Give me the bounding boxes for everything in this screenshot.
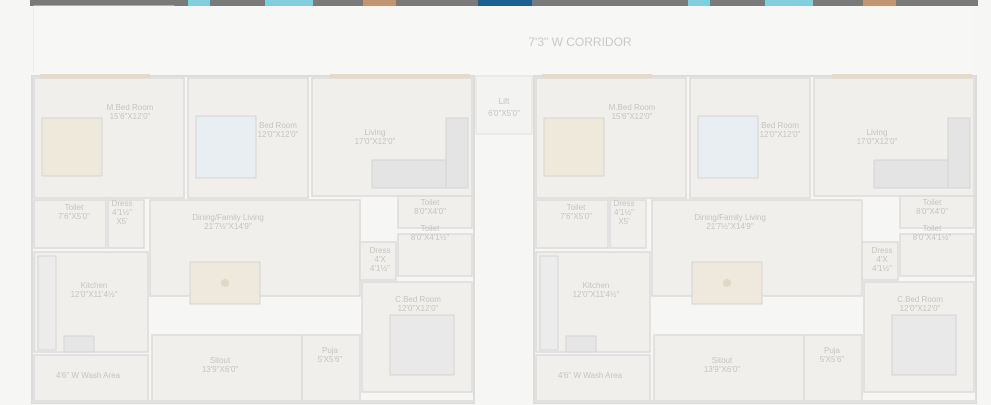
top-window — [188, 0, 210, 6]
room-size: 12'0"X12'0" — [258, 130, 299, 139]
sofa-side — [445, 117, 469, 189]
room-name: Dining/Family Living — [694, 213, 766, 222]
top-window — [765, 0, 813, 6]
master-bed — [41, 117, 103, 177]
top-door — [863, 0, 896, 6]
child-bed — [389, 314, 455, 376]
room-size: 12'0"X12'0" — [900, 304, 941, 313]
room-name: Toilet — [65, 203, 84, 212]
room-size: 13'9"X6'0" — [202, 365, 238, 374]
window-sill — [832, 74, 972, 78]
top-door — [363, 0, 396, 6]
room-size: 12'0"X11'4½" — [71, 290, 118, 299]
room-size: 13'9"X6'0" — [704, 365, 740, 374]
lift-size: 6'0"X5'0" — [488, 109, 520, 118]
room-size: 4'6" W Wash Area — [558, 371, 623, 380]
room-name: Sitout — [210, 356, 231, 365]
top-window — [265, 0, 313, 6]
room-puja — [803, 334, 863, 402]
room-size: 8'0"X4'0" — [414, 207, 446, 216]
room-size: 5'X5'6" — [820, 355, 845, 364]
room-name: Living — [867, 128, 888, 137]
room-size: 4'1½" — [370, 264, 390, 273]
room-name: Kitchen — [81, 281, 108, 290]
room-name: C.Bed Room — [897, 295, 943, 304]
stove — [63, 335, 95, 353]
top-window — [688, 0, 710, 6]
room-name: Dress — [872, 246, 893, 255]
room-name: Toilet — [421, 198, 440, 207]
room-name: C.Bed Room — [395, 295, 441, 304]
floor-plan: 7'3" W CORRIDOR Lift 6'0"X5'0" M.Bed Roo… — [0, 0, 991, 405]
lift-shaft-top — [478, 0, 532, 6]
room-name: Living — [365, 128, 386, 137]
room-name: Sitout — [712, 356, 733, 365]
room-name: Dress — [370, 246, 391, 255]
room-name: Toilet — [923, 224, 942, 233]
room-name: Toilet — [421, 224, 440, 233]
room-name: Bed Room — [259, 121, 297, 130]
bed — [195, 115, 257, 179]
lift: Lift 6'0"X5'0" — [475, 75, 533, 135]
window-sill — [40, 74, 150, 78]
kitchen-counter — [539, 255, 559, 351]
table-centerpiece — [723, 279, 731, 287]
room-name: Toilet — [567, 203, 586, 212]
master-bed — [543, 117, 605, 177]
kitchen-counter — [37, 255, 57, 351]
room-size: 17'0"X12'0" — [355, 137, 396, 146]
room-size: 8'0"X4'1½" — [411, 233, 450, 242]
room-size: X5' — [618, 217, 630, 226]
room-name: Dining/Family Living — [192, 213, 264, 222]
room-size: 15'6"X12'0" — [110, 112, 151, 121]
table-centerpiece — [221, 279, 229, 287]
room-name: Puja — [322, 346, 339, 355]
bed — [697, 115, 759, 179]
room-puja — [301, 334, 361, 402]
room-size: 4'1½" — [112, 208, 132, 217]
room-size: 21'7½"X14'9" — [204, 222, 252, 231]
room-size: 4'X — [374, 255, 386, 264]
child-bed — [891, 314, 957, 376]
room-size: 4'1½" — [614, 208, 634, 217]
bottom-wall — [32, 400, 474, 403]
window-sill — [542, 74, 652, 78]
room-name: M.Bed Room — [609, 103, 656, 112]
room-name: Toilet — [923, 198, 942, 207]
bottom-wall — [534, 400, 976, 403]
room-size: 17'0"X12'0" — [857, 137, 898, 146]
room-size: 21'7½"X14'9" — [706, 222, 754, 231]
room-size: 12'0"X12'0" — [398, 304, 439, 313]
stove — [565, 335, 597, 353]
room-name: M.Bed Room — [107, 103, 154, 112]
room-size: 8'0"X4'1½" — [913, 233, 952, 242]
room-name: Dress — [614, 199, 635, 208]
room-size: X5' — [116, 217, 128, 226]
room-size: 12'0"X12'0" — [760, 130, 801, 139]
room-size: 12'0"X11'4½" — [573, 290, 620, 299]
room-size: 7'6"X5'0" — [58, 212, 90, 221]
window-sill — [330, 74, 470, 78]
room-size: 4'1½" — [872, 264, 892, 273]
corridor-area — [34, 6, 974, 74]
room-size: 4'6" W Wash Area — [56, 371, 121, 380]
room-name: Bed Room — [761, 121, 799, 130]
room-size: 7'6"X5'0" — [560, 212, 592, 221]
corridor-label: 7'3" W CORRIDOR — [528, 35, 632, 49]
room-size: 8'0"X4'0" — [916, 207, 948, 216]
room-name: Kitchen — [583, 281, 610, 290]
sofa-side — [947, 117, 971, 189]
room-size: 5'X5'6" — [318, 355, 343, 364]
room-size: 15'6"X12'0" — [612, 112, 653, 121]
room-name: Dress — [112, 199, 133, 208]
lift-name: Lift — [499, 97, 510, 106]
room-size: 4'X — [876, 255, 888, 264]
room-name: Puja — [824, 346, 841, 355]
